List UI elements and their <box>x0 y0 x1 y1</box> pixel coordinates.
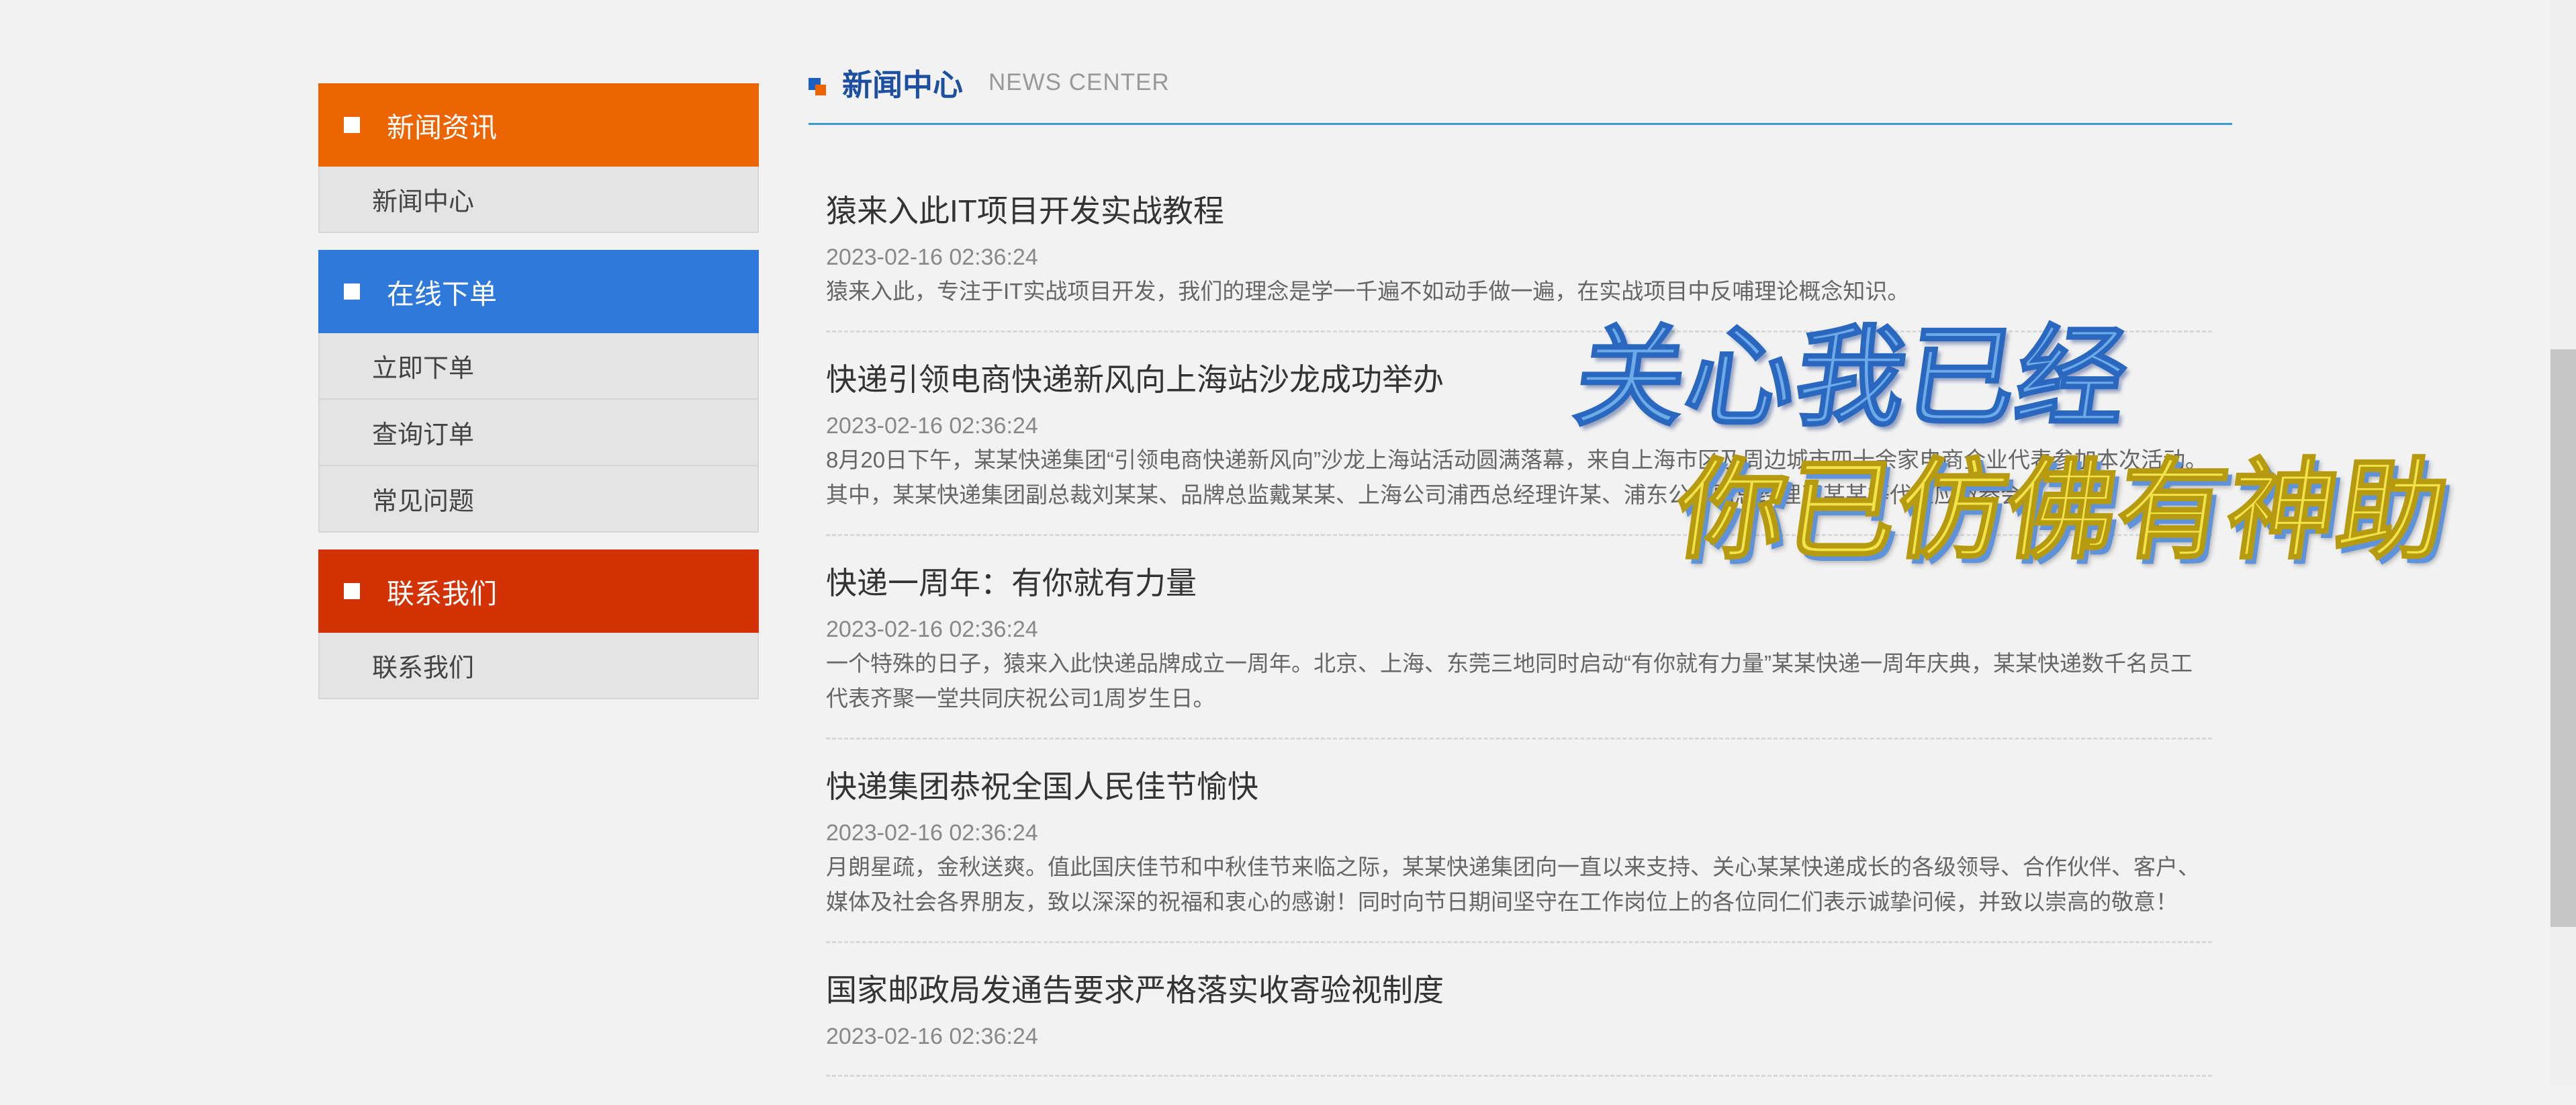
sidebar-item-faq[interactable]: 常见问题 <box>318 466 759 533</box>
news-item: 国家邮政局发通告要求严格落实收寄验视制度 2023-02-16 02:36:24 <box>826 971 2212 1077</box>
sidebar-group-header-news[interactable]: 新闻资讯 <box>318 83 759 167</box>
news-summary: 月朗星疏，金秋送爽。值此国庆佳节和中秋佳节来临之际，某某快递集团向一直以来支持、… <box>826 854 2200 914</box>
sidebar-group-title: 在线下单 <box>387 279 497 310</box>
section-title-icon <box>809 77 826 95</box>
news-title-link[interactable]: 猿来入此IT项目开发实战教程 <box>826 192 2212 230</box>
news-date: 2023-02-16 02:36:24 <box>826 617 1038 642</box>
news-date: 2023-02-16 02:36:24 <box>826 1024 1038 1049</box>
scrollbar-thumb[interactable] <box>2550 349 2576 927</box>
sidebar-group-news: 新闻资讯 新闻中心 <box>318 83 759 233</box>
news-date: 2023-02-16 02:36:24 <box>826 245 1038 270</box>
main-content: 新闻中心 NEWS CENTER 猿来入此IT项目开发实战教程 2023-02-… <box>809 59 2232 1105</box>
scrollbar-track[interactable] <box>2550 0 2576 1085</box>
sidebar-group-header-order[interactable]: 在线下单 <box>318 250 759 333</box>
square-bullet-icon <box>344 583 360 599</box>
news-summary: 一个特殊的日子，猿来入此快递品牌成立一周年。北京、上海、东莞三地同时启动“有你就… <box>826 651 2193 711</box>
sidebar-group-order: 在线下单 立即下单 查询订单 常见问题 <box>318 250 759 533</box>
sidebar-item-query-order[interactable]: 查询订单 <box>318 400 759 466</box>
sidebar-item-news-center[interactable]: 新闻中心 <box>318 167 759 233</box>
sidebar: 新闻资讯 新闻中心 在线下单 立即下单 查询订单 常见问题 联系我们 联系我们 <box>318 83 759 716</box>
sidebar-group-title: 联系我们 <box>387 578 497 609</box>
square-bullet-icon <box>344 117 360 133</box>
news-date: 2023-02-16 02:36:24 <box>826 820 1038 846</box>
news-title-link[interactable]: 国家邮政局发通告要求严格落实收寄验视制度 <box>826 971 2212 1009</box>
sidebar-group-contact: 联系我们 联系我们 <box>318 549 759 699</box>
sidebar-item-order-now[interactable]: 立即下单 <box>318 333 759 400</box>
section-header: 新闻中心 NEWS CENTER <box>809 59 2232 125</box>
page-subtitle: NEWS CENTER <box>988 69 1170 95</box>
news-title-link[interactable]: 快递集团恭祝全国人民佳节愉快 <box>826 768 2212 805</box>
sidebar-item-contact-us[interactable]: 联系我们 <box>318 633 759 699</box>
overlay-text-line-2: 你已仿佛有神助 <box>1667 447 2458 576</box>
sidebar-group-title: 新闻资讯 <box>387 112 497 143</box>
square-bullet-icon <box>344 283 360 300</box>
news-item: 快递一周年：有你就有力量 2023-02-16 02:36:24 一个特殊的日子… <box>826 564 2212 740</box>
page-title: 新闻中心 <box>842 68 964 102</box>
news-item: 快递集团恭祝全国人民佳节愉快 2023-02-16 02:36:24 月朗星疏，… <box>826 768 2212 943</box>
sidebar-group-header-contact[interactable]: 联系我们 <box>318 549 759 633</box>
